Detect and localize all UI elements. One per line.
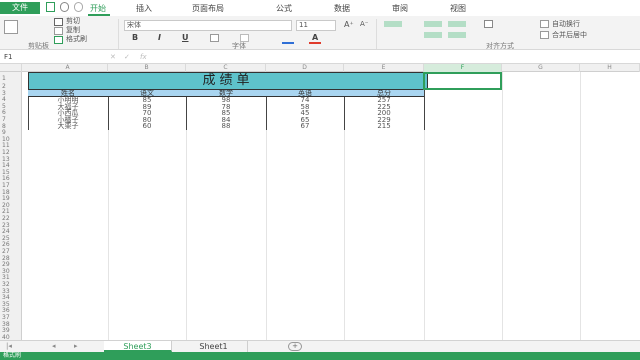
font-color-icon[interactable]: A	[312, 33, 318, 42]
font-size-select[interactable]: 11	[296, 20, 336, 31]
column-header[interactable]: B	[108, 64, 186, 72]
table-cell[interactable]: 88	[186, 123, 266, 130]
font-group-label: 字体	[232, 42, 246, 50]
file-menu-button[interactable]: 文件	[0, 2, 40, 14]
name-box[interactable]: F1	[4, 52, 104, 63]
align-center-icon[interactable]	[448, 32, 466, 38]
column-header[interactable]: F	[424, 64, 502, 72]
grade-table: 姓名 语文 数学 英语 总分 小明明 85 98 74 257 大福子 89 78 58 225 小西瓜 70 8…	[28, 90, 428, 130]
fill-color-swatch	[282, 42, 294, 44]
increase-font-icon[interactable]: A⁺	[344, 20, 354, 29]
merge-center-icon[interactable]	[540, 31, 549, 39]
table-cell[interactable]: 215	[344, 123, 424, 130]
tab-formulas[interactable]: 公式	[276, 3, 292, 14]
sheet-title-cell[interactable]: 成绩单	[28, 72, 428, 90]
border-icon[interactable]	[210, 34, 219, 42]
copy-icon[interactable]	[54, 27, 63, 35]
clipboard-group-label: 剪贴板	[28, 42, 49, 50]
sheet-tab-bar: |◂ ◂ ▸ Sheet3 Sheet1 +	[0, 340, 640, 352]
ribbon-tab-bar: 文件 开始 插入 页面布局 公式 数据 审阅 视图	[0, 0, 640, 16]
ribbon-divider	[118, 19, 119, 49]
alignment-group-label: 对齐方式	[486, 42, 514, 50]
active-cell-cursor[interactable]	[423, 72, 502, 90]
align-left-icon[interactable]	[424, 32, 442, 38]
undo-icon[interactable]	[60, 2, 69, 12]
formula-bar: F1 ✕ ✓ fx	[0, 51, 640, 64]
save-icon[interactable]	[46, 2, 55, 12]
column-header-bar: A B C D E F G H	[0, 64, 640, 72]
font-name-select[interactable]: 宋体	[124, 20, 292, 31]
tab-page-layout[interactable]: 页面布局	[192, 3, 224, 14]
column-header[interactable]: A	[28, 64, 108, 72]
status-bar: 格式刷	[0, 352, 640, 360]
column-header[interactable]: C	[186, 64, 266, 72]
cut-icon[interactable]	[54, 18, 63, 26]
bold-button[interactable]: B	[132, 33, 138, 42]
fx-icon[interactable]: fx	[140, 52, 147, 63]
format-painter-button[interactable]: 格式刷	[66, 35, 87, 44]
wrap-text-button[interactable]: 自动换行	[552, 20, 580, 29]
ribbon: 剪切 复制 格式刷 剪贴板 宋体 11 A⁺ A⁻ B I U A 字体 自动换…	[0, 16, 640, 50]
gridline	[580, 72, 581, 340]
paste-icon[interactable]	[4, 20, 18, 34]
tab-data[interactable]: 数据	[334, 3, 350, 14]
column-header[interactable]: G	[502, 64, 580, 72]
row-header[interactable]: 1	[2, 75, 20, 83]
redo-icon[interactable]	[74, 2, 83, 12]
wrap-text-icon[interactable]	[540, 20, 549, 28]
next-sheet-icon[interactable]: ▸	[74, 342, 78, 350]
first-sheet-icon[interactable]: |◂	[6, 342, 12, 350]
sheet-tab-sheet1[interactable]: Sheet1	[180, 341, 248, 352]
gridline	[502, 72, 503, 340]
column-header[interactable]: H	[580, 64, 640, 72]
add-sheet-button[interactable]: +	[288, 342, 302, 351]
table-cell[interactable]: 大栗子	[28, 123, 108, 130]
ribbon-divider	[376, 19, 377, 49]
column-header[interactable]: D	[266, 64, 344, 72]
align-middle-icon[interactable]	[424, 21, 442, 27]
cancel-icon[interactable]: ✕	[110, 52, 116, 63]
tab-review[interactable]: 审阅	[392, 3, 408, 14]
format-painter-icon[interactable]	[54, 36, 63, 44]
font-color-swatch	[309, 42, 321, 44]
prev-sheet-icon[interactable]: ◂	[52, 342, 56, 350]
column-header[interactable]: E	[344, 64, 424, 72]
align-bottom-icon[interactable]	[448, 21, 466, 27]
row-header-bar: 1 2 3 4 5 6 7 8 9 10 11 12 13 14 15 16 17 18 19 20 21 22 23 24 2…	[0, 72, 22, 340]
orientation-icon[interactable]	[484, 20, 493, 28]
tab-home[interactable]: 开始	[90, 3, 106, 14]
table-cell[interactable]: 60	[108, 123, 186, 130]
worksheet-grid[interactable]: 成绩单 姓名 语文 数学 英语 总分 小明明 85 98 74 257 大福子 89 78 58 225 小西…	[22, 72, 640, 340]
italic-button[interactable]: I	[158, 33, 161, 42]
sheet-tab-sheet3[interactable]: Sheet3	[104, 341, 172, 352]
table-border	[424, 90, 425, 130]
tab-insert[interactable]: 插入	[136, 3, 152, 14]
merge-center-button[interactable]: 合并后居中	[552, 31, 587, 40]
tab-view[interactable]: 视图	[450, 3, 466, 14]
align-top-icon[interactable]	[384, 21, 402, 27]
confirm-icon[interactable]: ✓	[124, 52, 130, 63]
cut-button[interactable]: 剪切	[66, 17, 80, 26]
select-all-corner[interactable]	[0, 64, 22, 72]
copy-button[interactable]: 复制	[66, 26, 80, 35]
underline-button[interactable]: U	[182, 33, 189, 42]
table-cell[interactable]: 67	[266, 123, 344, 130]
decrease-font-icon[interactable]: A⁻	[360, 20, 368, 29]
